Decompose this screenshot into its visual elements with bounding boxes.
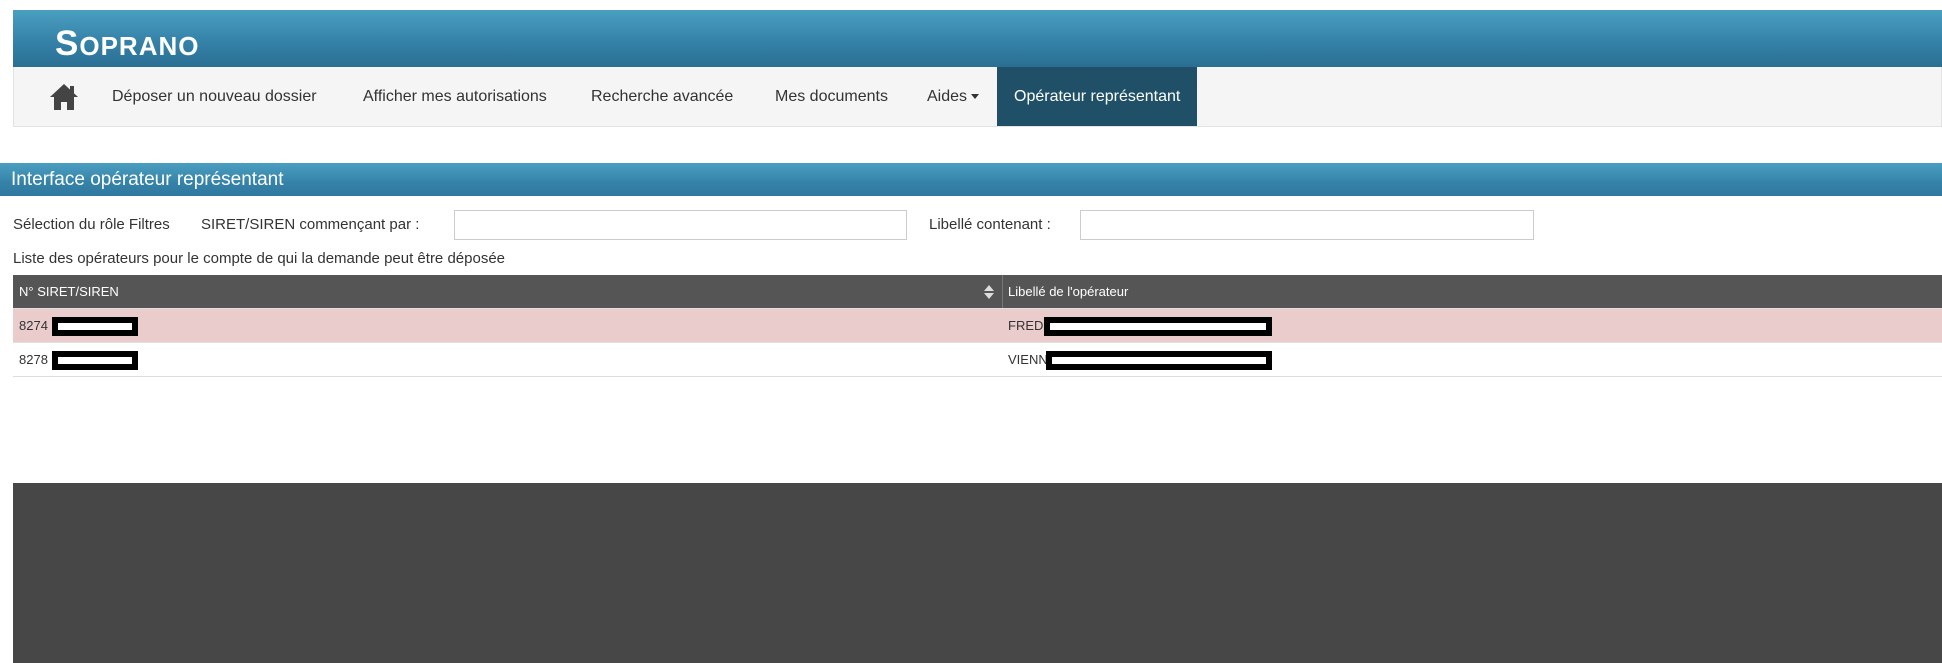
- libelle-cell: VIENN: [1008, 352, 1048, 367]
- panel-title: Interface opérateur représentant: [0, 163, 1942, 196]
- table-header: N° SIRET/SIREN Libellé de l'opérateur: [13, 275, 1942, 308]
- redaction-box: [52, 317, 138, 336]
- page: SOPRANO Déposer un nouveau dossier Affic…: [0, 0, 1942, 663]
- nav-item-autorisations[interactable]: Afficher mes autorisations: [363, 67, 547, 126]
- role-filter-label: Sélection du rôle Filtres: [13, 216, 170, 233]
- operator-list-title: Liste des opérateurs pour le compte de q…: [13, 250, 505, 267]
- libelle-cell: FRED: [1008, 318, 1044, 333]
- siret-cell: 8274: [19, 318, 48, 333]
- redaction-box: [52, 351, 138, 370]
- home-icon[interactable]: [49, 83, 79, 111]
- operator-table: N° SIRET/SIREN Libellé de l'opérateur 82…: [13, 275, 1942, 377]
- nav-item-deposer[interactable]: Déposer un nouveau dossier: [112, 67, 317, 126]
- libelle-filter-label: Libellé contenant :: [929, 216, 1051, 233]
- column-header-siret[interactable]: N° SIRET/SIREN: [19, 275, 119, 308]
- redaction-box: [1046, 351, 1272, 370]
- main-navbar: Déposer un nouveau dossier Afficher mes …: [13, 67, 1942, 127]
- nav-item-operateur[interactable]: Opérateur représentant: [997, 67, 1198, 126]
- redaction-box: [1044, 317, 1272, 336]
- nav-item-aides-label: Aides: [927, 88, 968, 105]
- table-row[interactable]: 8274 FRED: [13, 308, 1942, 342]
- app-logo[interactable]: SOPRANO: [55, 24, 199, 64]
- page-footer: [13, 483, 1942, 663]
- brand-header: SOPRANO: [13, 10, 1942, 67]
- siret-filter-label: SIRET/SIREN commençant par :: [201, 216, 420, 233]
- nav-item-documents[interactable]: Mes documents: [775, 67, 888, 126]
- siret-cell: 8278: [19, 352, 48, 367]
- siret-filter-input[interactable]: [454, 210, 907, 240]
- column-header-libelle[interactable]: Libellé de l'opérateur: [1008, 275, 1128, 308]
- caret-down-icon: [971, 94, 980, 100]
- nav-item-aides[interactable]: Aides: [927, 67, 980, 126]
- table-row[interactable]: 8278 VIENN: [13, 342, 1942, 376]
- libelle-filter-input[interactable]: [1080, 210, 1534, 240]
- column-divider: [1002, 275, 1003, 308]
- sort-icon[interactable]: [984, 285, 994, 299]
- nav-item-recherche[interactable]: Recherche avancée: [591, 67, 733, 126]
